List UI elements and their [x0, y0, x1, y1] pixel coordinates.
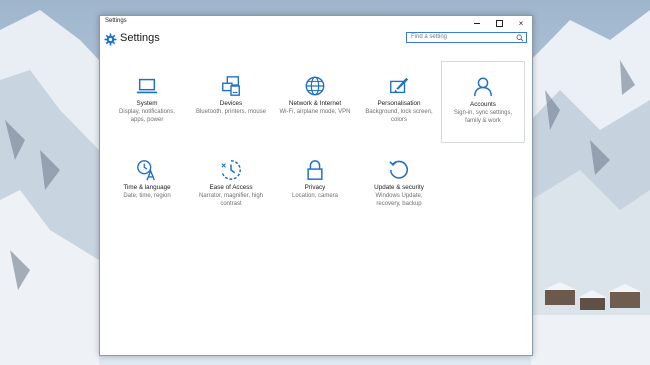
tile-ease-of-access[interactable]: Ease of Access Narrator, magnifier, high…	[189, 145, 273, 227]
search-icon[interactable]	[516, 34, 524, 42]
devices-icon	[222, 76, 240, 96]
gear-icon	[104, 33, 117, 46]
tile-label: Ease of Access	[209, 184, 253, 191]
paint-icon	[390, 77, 409, 94]
tile-description: Date, time, region	[123, 193, 171, 199]
tile-description: Location, camera	[291, 193, 339, 199]
tile-accounts[interactable]: Accounts Sign-in, sync settings, family …	[441, 61, 525, 143]
tile-devices[interactable]: Devices Bluetooth, printers, mouse	[189, 61, 273, 143]
tile-description: Display, notifications, apps, power	[119, 109, 175, 123]
laptop-icon	[136, 78, 158, 94]
tile-network[interactable]: Network & Internet Wi-Fi, airplane mode,…	[273, 61, 357, 143]
title-bar[interactable]: Settings ×	[100, 16, 532, 30]
tile-description: Sign-in, sync settings, family & work	[453, 110, 513, 124]
globe-icon	[305, 76, 325, 96]
clock-language-icon	[137, 160, 155, 181]
tile-update-security[interactable]: Update & security Windows Update, recove…	[357, 145, 441, 227]
tile-system[interactable]: System Display, notifications, apps, pow…	[105, 61, 189, 143]
tile-personalisation[interactable]: Personalisation Background, lock screen,…	[357, 61, 441, 143]
tile-time-language[interactable]: Time & language Date, time, region	[105, 145, 189, 227]
ease-of-access-icon	[221, 160, 241, 180]
close-button[interactable]: ×	[510, 16, 532, 30]
tile-privacy[interactable]: Privacy Location, camera	[273, 145, 357, 227]
tile-description: Narrator, magnifier, high contrast	[198, 193, 264, 207]
tile-label: Update & security	[374, 184, 424, 191]
tile-description: Windows Update, recovery, backup	[375, 193, 423, 207]
tile-description: Wi-Fi, airplane mode, VPN	[279, 109, 351, 115]
maximize-icon	[495, 19, 503, 27]
tile-label: System	[136, 100, 158, 107]
search-input[interactable]: Find a setting	[406, 32, 527, 43]
lock-icon	[307, 160, 323, 180]
header: Settings Find a setting	[100, 30, 532, 60]
minimize-button[interactable]	[466, 16, 488, 30]
tile-label: Devices	[219, 100, 243, 107]
tile-description: Bluetooth, printers, mouse	[195, 109, 267, 115]
tile-description: Background, lock screen, colors	[365, 109, 433, 123]
tile-label: Privacy	[304, 184, 326, 191]
maximize-button[interactable]	[488, 16, 510, 30]
settings-window: Settings × Settings Find a setting Syste…	[99, 15, 533, 356]
tile-label: Network & Internet	[288, 100, 342, 107]
update-icon	[389, 160, 409, 179]
tile-label: Time & language	[123, 184, 171, 191]
person-icon	[474, 77, 492, 97]
tile-label: Accounts	[470, 101, 496, 108]
window-title: Settings	[105, 18, 127, 24]
page-title: Settings	[120, 32, 160, 44]
tile-label: Personalisation	[377, 100, 421, 107]
search-placeholder: Find a setting	[411, 34, 448, 40]
minimize-icon	[474, 22, 480, 24]
